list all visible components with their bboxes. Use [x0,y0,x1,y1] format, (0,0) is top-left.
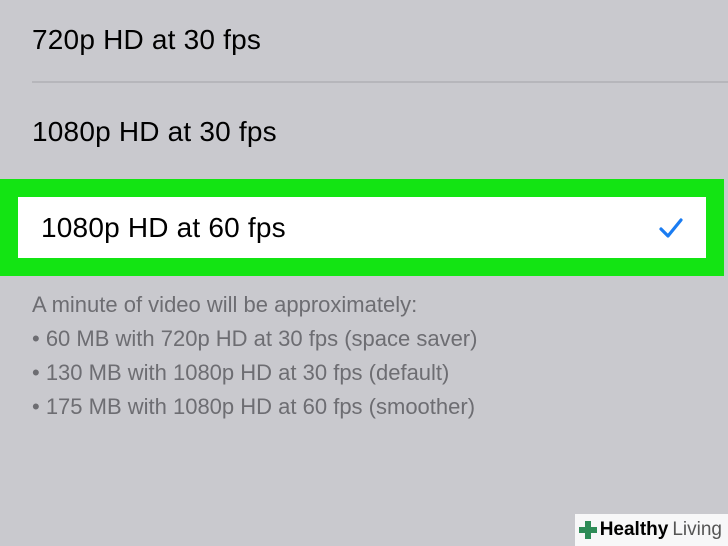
option-1080p-60fps[interactable]: 1080p HD at 60 fps [18,197,706,258]
healthy-living-watermark: Healthy Living [574,514,728,546]
row-divider [32,81,728,83]
option-720p-30fps[interactable]: 720p HD at 30 fps [0,0,728,80]
footnote-intro: A minute of video will be approximately: [32,292,418,317]
footnote-line: • 175 MB with 1080p HD at 60 fps (smooth… [32,394,476,419]
option-label: 1080p HD at 60 fps [41,211,286,243]
footnote-line: • 130 MB with 1080p HD at 30 fps (defaul… [32,360,450,385]
watermark-brand-strong: Healthy [599,519,669,540]
checkmark-icon [659,217,683,238]
footnote-line: • 60 MB with 720p HD at 30 fps (space sa… [32,326,478,351]
selected-highlight-frame: 1080p HD at 60 fps [0,179,724,276]
option-label: 1080p HD at 30 fps [32,116,277,147]
option-label: 720p HD at 30 fps [32,24,262,55]
video-size-footnote: A minute of video will be approximately:… [32,288,692,424]
option-1080p-30fps[interactable]: 1080p HD at 30 fps [0,84,728,180]
watermark-brand-light: Living [672,519,722,540]
cross-icon [578,521,597,539]
